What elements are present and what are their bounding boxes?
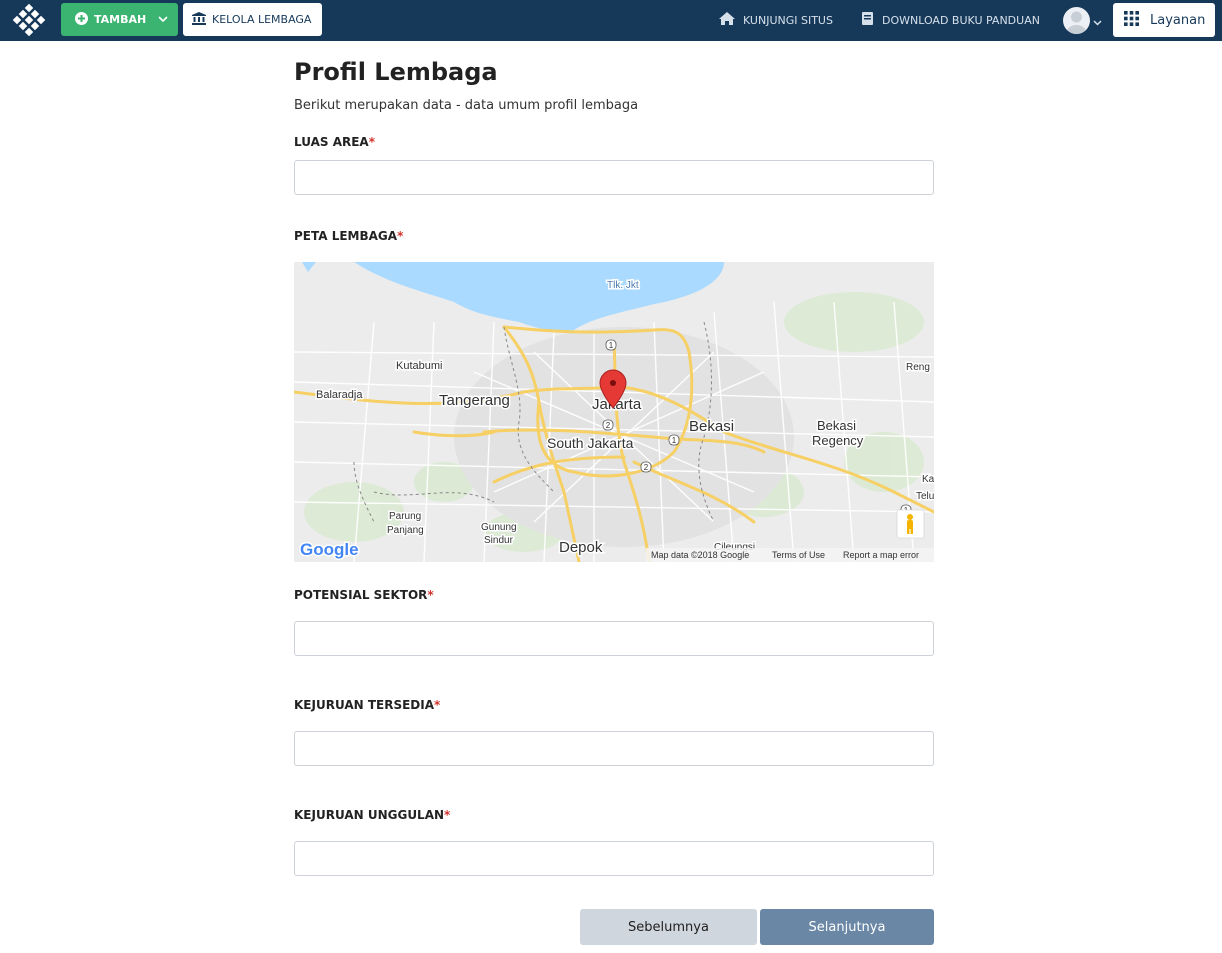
layanan-button[interactable]: Layanan: [1113, 3, 1215, 37]
map-label-tangerang: Tangerang: [439, 392, 510, 409]
map-label-kutabumi: Kutabumi: [396, 360, 442, 372]
map-label-tlk: Tlk. Jkt: [607, 280, 639, 291]
map-label-ka: Ka: [922, 474, 934, 485]
required-marker: *: [368, 135, 375, 149]
avatar-icon: [1063, 6, 1090, 34]
chevron-down-icon: [158, 13, 168, 26]
road-shield: 1: [672, 436, 677, 445]
google-logo-icon: Google: [300, 540, 359, 559]
map-label-balaradja: Balaradja: [316, 389, 363, 401]
map-attribution: Map data ©2018 Google: [651, 550, 749, 560]
user-menu[interactable]: [1063, 6, 1105, 34]
road-shield: 2: [644, 463, 649, 472]
sebelumnya-button[interactable]: Sebelumnya: [580, 909, 757, 945]
road-shield: 2: [606, 421, 611, 430]
map-report-link: Report a map error: [843, 550, 919, 560]
page-title: Profil Lembaga: [294, 58, 498, 86]
required-marker: *: [397, 229, 404, 243]
kejuruan-unggulan-input[interactable]: [294, 841, 934, 876]
kelola-lembaga-button[interactable]: KELOLA LEMBAGA: [183, 3, 322, 36]
chevron-down-icon: [1093, 11, 1102, 30]
map-label-gunung-1: Gunung: [481, 522, 517, 533]
peta-lembaga-label: PETA LEMBAGA*: [294, 229, 404, 243]
kunjungi-label: KUNJUNGI SITUS: [743, 13, 833, 27]
page-subtitle: Berikut merupakan data - data umum profi…: [294, 98, 639, 113]
map-label-gunung-2: Sindur: [484, 535, 514, 546]
logo-icon[interactable]: [12, 3, 46, 37]
required-marker: *: [444, 808, 451, 822]
map-label-depok: Depok: [559, 539, 603, 556]
kejuruan-tersedia-input[interactable]: [294, 731, 934, 766]
download-label: DOWNLOAD BUKU PANDUAN: [882, 13, 1040, 27]
institution-icon: [192, 11, 206, 28]
kelola-label: KELOLA LEMBAGA: [212, 13, 312, 26]
home-icon: [719, 12, 735, 28]
pegman-icon[interactable]: [896, 509, 925, 539]
map-label-bekasi-regency-2: Regency: [812, 433, 864, 448]
potensial-sektor-input[interactable]: [294, 621, 934, 656]
map-label-south-jakarta: South Jakarta: [547, 435, 634, 451]
tambah-label: TAMBAH: [94, 13, 147, 26]
plus-circle-icon: [75, 11, 88, 28]
luas-area-input[interactable]: [294, 160, 934, 195]
map-label-bekasi: Bekasi: [689, 418, 734, 435]
grid-icon: [1124, 10, 1139, 30]
selanjutnya-button[interactable]: Selanjutnya: [760, 909, 934, 945]
download-buku-panduan-link[interactable]: DOWNLOAD BUKU PANDUAN: [862, 11, 1040, 29]
kejuruan-unggulan-label: KEJURUAN UNGGULAN*: [294, 808, 451, 822]
kejuruan-tersedia-label: KEJURUAN TERSEDIA*: [294, 698, 441, 712]
map-label-parung-1: Parung: [389, 511, 421, 522]
map-label-bekasi-regency-1: Bekasi: [817, 418, 856, 433]
required-marker: *: [427, 588, 434, 602]
road-shield: 1: [609, 341, 614, 350]
required-marker: *: [434, 698, 441, 712]
map-label-rengas: Reng: [906, 362, 930, 373]
book-icon: [862, 12, 874, 28]
potensial-sektor-label: POTENSIAL SEKTOR*: [294, 588, 434, 602]
map-terms-link: Terms of Use: [772, 550, 825, 560]
map-label-parung-2: Panjang: [387, 525, 424, 536]
luas-area-label: LUAS AREA*: [294, 135, 375, 149]
top-navbar: TAMBAH KELOLA LEMBAGA KUNJUNGI SITUS DOW…: [0, 0, 1222, 41]
map-label-telu: Telu: [916, 491, 934, 502]
peta-lembaga-map[interactable]: 1 2 1 2 1 Tlk. Jkt Kutabumi Balaradja Ta…: [294, 262, 934, 562]
kunjungi-situs-link[interactable]: KUNJUNGI SITUS: [719, 11, 833, 29]
layanan-label: Layanan: [1150, 12, 1206, 28]
tambah-button[interactable]: TAMBAH: [61, 3, 178, 36]
